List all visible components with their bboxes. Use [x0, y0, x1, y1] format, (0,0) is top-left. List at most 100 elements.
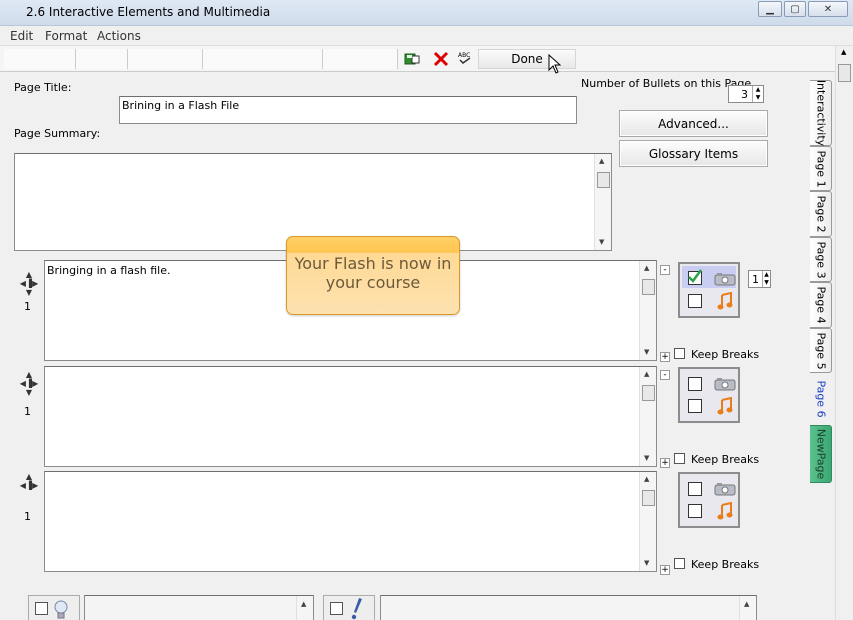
- keep-breaks-checkbox[interactable]: [674, 453, 685, 464]
- tip-text-input[interactable]: ▲: [84, 595, 314, 620]
- scroll-thumb[interactable]: [642, 279, 655, 295]
- bullet-text-input[interactable]: ▲ ▼: [44, 366, 657, 467]
- tab-page-3[interactable]: Page 3: [810, 237, 832, 282]
- bullet-move-handle[interactable]: ▲ ◀▐▶ ▼: [19, 370, 39, 397]
- bullet-text-input[interactable]: ▲ ▼: [44, 471, 657, 572]
- media-count-spinner[interactable]: 1 ▲ ▼: [748, 270, 771, 288]
- delete-icon[interactable]: [433, 51, 449, 67]
- page-summary-label: Page Summary:: [14, 127, 101, 140]
- tip-scrollbar[interactable]: ▲: [296, 596, 313, 620]
- move-left-right-arrows[interactable]: ◀▐▶: [19, 279, 39, 288]
- tab-new-page[interactable]: NewPage: [810, 425, 832, 483]
- keep-breaks-checkbox[interactable]: [674, 348, 685, 359]
- toolbar-slot: [128, 49, 203, 69]
- tab-label: Page 6: [814, 380, 828, 418]
- glossary-items-button[interactable]: Glossary Items: [619, 140, 768, 167]
- scroll-thumb[interactable]: [838, 64, 851, 82]
- toolbar-slot: [76, 49, 128, 69]
- keep-breaks-label: Keep Breaks: [691, 558, 760, 571]
- flash-checkbox[interactable]: [688, 482, 702, 496]
- collapse-button[interactable]: -: [660, 370, 670, 380]
- flash-checkbox[interactable]: [688, 269, 702, 285]
- move-up-arrow[interactable]: ▲: [19, 270, 39, 279]
- scroll-down-arrow[interactable]: ▼: [644, 348, 649, 356]
- camera-icon: [714, 272, 736, 289]
- spinner-up-arrow[interactable]: ▲: [762, 271, 770, 279]
- tab-page-5[interactable]: Page 5: [810, 328, 832, 373]
- scroll-thumb[interactable]: [597, 172, 610, 188]
- bullet-move-handle[interactable]: ▲ ◀▐▶: [19, 472, 39, 490]
- tab-interactivity[interactable]: Interactivity: [810, 80, 832, 146]
- scroll-down-arrow[interactable]: ▼: [599, 238, 604, 246]
- bullet-scrollbar[interactable]: ▲ ▼: [639, 367, 656, 466]
- close-icon: ✕: [823, 3, 833, 15]
- checkmark-icon: [688, 269, 702, 283]
- tab-page-4[interactable]: Page 4: [810, 282, 832, 328]
- scroll-down-arrow[interactable]: ▼: [644, 559, 649, 567]
- scroll-up-arrow[interactable]: ▲: [644, 264, 649, 272]
- note-scrollbar[interactable]: ▲: [739, 596, 756, 620]
- spellcheck-icon[interactable]: ABC: [457, 50, 473, 66]
- save-icon[interactable]: [404, 52, 420, 66]
- tip-checkbox[interactable]: [35, 602, 48, 615]
- scroll-thumb[interactable]: [642, 490, 655, 506]
- tab-page-6[interactable]: Page 6: [810, 373, 832, 425]
- move-down-arrow[interactable]: ▼: [19, 388, 39, 397]
- scroll-thumb[interactable]: [642, 385, 655, 401]
- expand-button[interactable]: +: [660, 565, 670, 575]
- advanced-button[interactable]: Advanced...: [619, 110, 768, 137]
- lightbulb-icon: [53, 599, 69, 620]
- keep-breaks-checkbox[interactable]: [674, 558, 685, 569]
- flash-checkbox[interactable]: [688, 377, 702, 391]
- bullet-scrollbar[interactable]: ▲ ▼: [639, 261, 656, 360]
- scroll-down-arrow[interactable]: ▼: [644, 454, 649, 462]
- page-title-value: Brining in a Flash File: [122, 99, 240, 112]
- bullet-scrollbar[interactable]: ▲ ▼: [639, 472, 656, 571]
- page-title-label: Page Title:: [14, 81, 72, 94]
- spinner-down-arrow[interactable]: ▼: [762, 279, 770, 287]
- scroll-up-arrow[interactable]: ▲: [744, 600, 749, 608]
- spinner-down-arrow[interactable]: ▼: [752, 94, 763, 102]
- menu-edit[interactable]: Edit: [10, 29, 33, 43]
- expand-button[interactable]: +: [660, 352, 670, 362]
- expand-button[interactable]: +: [660, 458, 670, 468]
- move-up-arrow[interactable]: ▲: [19, 472, 39, 481]
- move-left-right-arrows[interactable]: ◀▐▶: [19, 481, 39, 490]
- audio-checkbox[interactable]: [688, 504, 702, 518]
- audio-checkbox[interactable]: [688, 399, 702, 413]
- note-text-input[interactable]: ▲: [380, 595, 757, 620]
- move-up-arrow[interactable]: ▲: [19, 370, 39, 379]
- close-window-button[interactable]: ✕: [808, 1, 848, 17]
- tab-label: Page 1: [814, 149, 827, 188]
- summary-scrollbar[interactable]: ▲ ▼: [594, 154, 611, 250]
- minimize-button[interactable]: ▁: [758, 1, 782, 17]
- page-title-input[interactable]: Brining in a Flash File: [119, 96, 577, 124]
- collapse-button[interactable]: -: [660, 265, 670, 275]
- scroll-up-arrow[interactable]: ▲: [599, 157, 604, 165]
- media-panel: [678, 472, 740, 528]
- bullet-count-label: Number of Bullets on this Page: [581, 77, 752, 90]
- tab-page-1[interactable]: Page 1: [810, 146, 832, 191]
- audio-checkbox[interactable]: [688, 294, 702, 308]
- keep-breaks-label: Keep Breaks: [691, 348, 760, 361]
- menu-actions[interactable]: Actions: [97, 29, 141, 43]
- menu-format[interactable]: Format: [45, 29, 87, 43]
- bullet-number: 1: [24, 405, 31, 418]
- bullet-count-spinner[interactable]: 3 ▲ ▼: [728, 85, 764, 103]
- bullet-move-handle[interactable]: ▲ ◀▐▶ ▼: [19, 270, 39, 297]
- scroll-up-arrow[interactable]: ▲: [644, 370, 649, 378]
- tab-page-2[interactable]: Page 2: [810, 191, 832, 237]
- scroll-up-arrow[interactable]: ▲: [301, 600, 306, 608]
- move-down-arrow[interactable]: ▼: [19, 288, 39, 297]
- scroll-up-arrow[interactable]: ▲: [841, 48, 846, 56]
- scroll-up-arrow[interactable]: ▲: [644, 475, 649, 483]
- move-left-right-arrows[interactable]: ◀▐▶: [19, 379, 39, 388]
- maximize-button[interactable]: ▢: [784, 1, 806, 17]
- page-scrollbar[interactable]: ▲: [835, 46, 853, 620]
- minimize-icon: ▁: [766, 3, 774, 15]
- toolbar: ABC Done: [0, 46, 835, 74]
- window-title: 2.6 Interactive Elements and Multimedia: [26, 5, 271, 19]
- menu-bar: Edit Format Actions: [0, 26, 853, 46]
- note-checkbox[interactable]: [330, 602, 343, 615]
- spinner-up-arrow[interactable]: ▲: [752, 86, 763, 94]
